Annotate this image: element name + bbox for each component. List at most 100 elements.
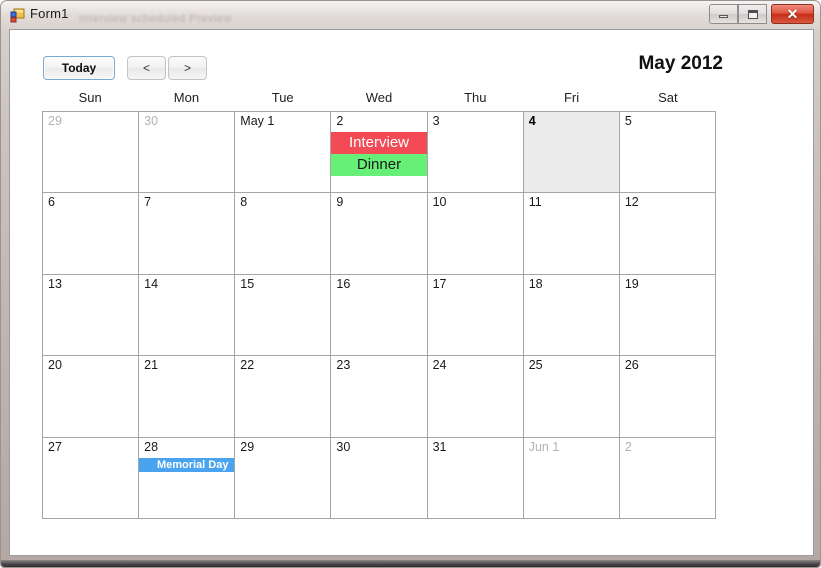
calendar-week-row: 13 14 15 16 17 18 19 — [43, 274, 716, 357]
calendar-day-cell[interactable]: 18 — [523, 274, 620, 357]
calendar-day-cell[interactable]: 6 — [43, 193, 140, 275]
calendar-day-cell[interactable]: 4 — [523, 112, 620, 194]
calendar-day-cell[interactable]: 25 — [523, 356, 620, 438]
day-number: 29 — [48, 114, 62, 128]
day-number: 25 — [528, 358, 543, 373]
calendar-day-cell[interactable]: 10 — [427, 193, 524, 275]
day-number: 26 — [624, 358, 639, 373]
calendar-event[interactable]: Memorial Day — [139, 457, 235, 472]
day-number: 30 — [336, 439, 351, 454]
day-number: Jun 1 — [528, 439, 560, 454]
calendar-day-cell[interactable]: 29 — [43, 112, 140, 194]
calendar-day-cell[interactable]: 5 — [619, 112, 716, 194]
day-number: 30 — [144, 114, 159, 128]
day-of-week-sun: Sun — [78, 90, 102, 105]
calendar-day-cell[interactable]: 2 — [619, 437, 716, 520]
calendar-day-cell[interactable]: 26 — [619, 356, 716, 438]
window-title: Form1 — [30, 6, 69, 21]
close-icon: ✕ — [786, 5, 799, 22]
previous-month-button[interactable]: < — [127, 56, 166, 80]
window-title-watermark: Interview scheduled Preview — [79, 13, 232, 25]
calendar-day-cell[interactable]: 16 — [331, 274, 428, 357]
day-number: 7 — [144, 195, 152, 210]
calendar-day-cell[interactable]: 30 — [331, 437, 428, 520]
calendar-day-cell[interactable]: Jun 1 — [523, 437, 620, 520]
day-number: 28 — [144, 439, 159, 454]
day-number: 16 — [336, 276, 351, 291]
day-of-week-thu: Thu — [464, 90, 487, 105]
calendar-day-cell[interactable]: 31 — [427, 437, 524, 520]
calendar-day-cell[interactable]: 17 — [427, 274, 524, 357]
day-number: 21 — [144, 358, 159, 373]
calendar-day-cell[interactable]: 19 — [619, 274, 716, 357]
day-number: 27 — [48, 439, 62, 454]
calendar-day-cell[interactable]: 9 — [331, 193, 428, 275]
calendar-grid[interactable]: 29 30 May 1 2 Interview Dinner 3 4 5 6 7 8 9 10 11 12 13… — [42, 111, 716, 520]
close-button[interactable]: ✕ — [771, 4, 814, 24]
day-of-week-header: Sun Mon Tue Wed Thu Fri Sat — [42, 85, 716, 111]
calendar-day-cell[interactable]: 7 — [139, 193, 236, 275]
calendar-day-cell[interactable]: 21 — [139, 356, 236, 438]
calendar-day-cell[interactable]: 3 — [427, 112, 524, 194]
calendar-day-cell[interactable]: 23 — [331, 356, 428, 438]
minimize-button[interactable] — [709, 4, 738, 24]
calendar-day-cell[interactable]: 15 — [235, 274, 332, 357]
day-number: 24 — [432, 358, 447, 373]
calendar-day-cell[interactable]: 28 Memorial Day — [139, 437, 236, 520]
today-button-label: Today — [61, 61, 97, 75]
calendar-day-cell[interactable]: 29 — [235, 437, 332, 520]
calendar-day-cell[interactable]: 8 — [235, 193, 332, 275]
calendar-week-row: 6 7 8 9 10 11 12 — [43, 193, 716, 275]
calendar-toolbar: Today < > May 2012 — [10, 30, 813, 88]
calendar-day-cell[interactable]: 2 Interview Dinner — [331, 112, 428, 194]
calendar-day-cell[interactable]: 30 — [139, 112, 236, 194]
day-number: 13 — [48, 276, 62, 291]
day-number: 6 — [48, 195, 55, 210]
calendar-week-row: 20 21 22 23 24 25 26 — [43, 356, 716, 438]
day-events: Memorial Day — [139, 457, 235, 472]
day-number: 11 — [528, 195, 542, 210]
next-month-button[interactable]: > — [168, 56, 207, 80]
calendar-event[interactable]: Dinner — [331, 154, 427, 176]
calendar-day-cell[interactable]: May 1 — [235, 112, 332, 194]
calendar-week-row: 27 28 Memorial Day 29 30 31 Jun 1 2 — [43, 437, 716, 520]
day-number: 14 — [144, 276, 159, 291]
day-number: 18 — [528, 276, 543, 291]
calendar-day-cell[interactable]: 22 — [235, 356, 332, 438]
title-bar[interactable]: Form1 Interview scheduled Preview ✕ — [1, 1, 821, 29]
month-year-title: May 2012 — [638, 53, 723, 74]
day-number: 2 — [624, 439, 632, 454]
calendar-day-cell[interactable]: 12 — [619, 193, 716, 275]
day-number: 15 — [240, 276, 255, 291]
day-number: 4 — [528, 114, 536, 128]
calendar-event[interactable]: Interview — [331, 132, 427, 154]
day-number: 22 — [240, 358, 255, 373]
day-of-week-fri: Fri — [563, 90, 580, 105]
calendar-day-cell[interactable]: 20 — [43, 356, 140, 438]
calendar-day-cell[interactable]: 27 — [43, 437, 140, 520]
calendar-day-cell[interactable]: 11 — [523, 193, 620, 275]
day-number: 23 — [336, 358, 351, 373]
today-button[interactable]: Today — [43, 56, 115, 80]
day-number: 5 — [624, 114, 632, 128]
calendar-week-row: 29 30 May 1 2 Interview Dinner 3 4 5 — [43, 112, 716, 194]
day-number: 10 — [432, 195, 447, 210]
calendar-day-cell[interactable]: 13 — [43, 274, 140, 357]
day-of-week-sat: Sat — [658, 90, 678, 105]
form-designer-icon — [10, 8, 25, 23]
window-bottom-edge — [1, 560, 820, 567]
client-area: Today < > May 2012 Sun Mon Tue Wed Thu Fri Sat… — [9, 29, 814, 556]
minimize-icon — [710, 5, 737, 23]
calendar-day-cell[interactable]: 24 — [427, 356, 524, 438]
day-number: 29 — [240, 439, 255, 454]
maximize-button[interactable] — [738, 4, 767, 24]
day-number: 19 — [624, 276, 639, 291]
next-month-icon: > — [183, 61, 191, 75]
day-of-week-tue: Tue — [271, 90, 294, 105]
application-window: Form1 Interview scheduled Preview ✕ Toda… — [0, 0, 821, 568]
calendar-day-cell[interactable]: 14 — [139, 274, 236, 357]
day-number: May 1 — [240, 114, 275, 128]
day-number: 9 — [336, 195, 344, 210]
day-of-week-mon: Mon — [173, 90, 200, 105]
day-number: 2 — [336, 114, 344, 128]
